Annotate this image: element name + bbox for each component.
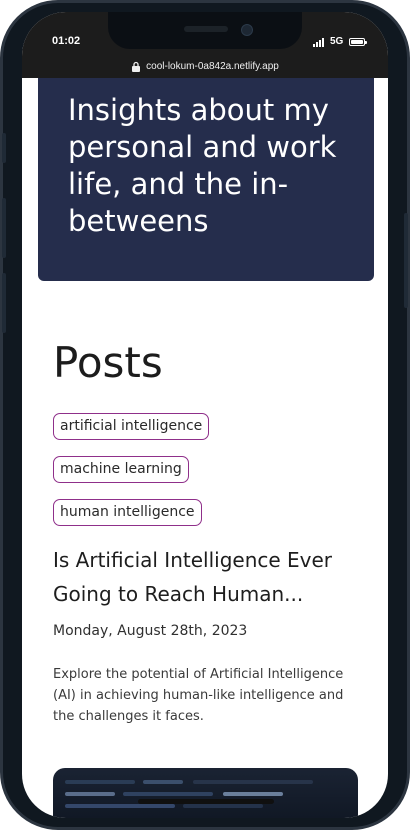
signal-icon: [313, 37, 327, 47]
speaker: [184, 26, 228, 32]
address-bar[interactable]: cool-lokum-0a842a.netlify.app: [22, 55, 388, 77]
home-indicator[interactable]: [138, 799, 274, 804]
post-date: Monday, August 28th, 2023: [53, 623, 248, 639]
mute-switch: [2, 133, 6, 163]
hero-title: Insights about my personal and work life…: [68, 93, 337, 238]
volume-down-button: [2, 273, 6, 333]
hero-banner: Insights about my personal and work life…: [38, 78, 374, 281]
tag-human-intelligence[interactable]: human intelligence: [53, 499, 202, 526]
posts-section: Posts artificial intelligence machine le…: [53, 337, 363, 727]
battery-icon: [349, 38, 367, 46]
post-image[interactable]: [53, 768, 358, 818]
post-excerpt: Explore the potential of Artificial Inte…: [53, 667, 344, 724]
screen: 01:02 5G cool-lokum-0a842a.netlify.app I…: [22, 12, 388, 818]
url-text: cool-lokum-0a842a.netlify.app: [146, 60, 279, 72]
volume-up-button: [2, 198, 6, 258]
lock-icon: [132, 61, 141, 72]
power-button: [404, 213, 408, 308]
post-card: Is Artificial Intelligence Ever Going to…: [53, 543, 363, 727]
tag-artificial-intelligence[interactable]: artificial intelligence: [53, 413, 210, 440]
post-title-link[interactable]: Is Artificial Intelligence Ever Going to…: [53, 543, 363, 611]
status-bar: 01:02 5G cool-lokum-0a842a.netlify.app: [22, 12, 388, 78]
status-time: 01:02: [52, 35, 81, 47]
posts-heading: Posts: [53, 338, 163, 387]
tag-machine-learning[interactable]: machine learning: [53, 456, 189, 483]
tag-list: artificial intelligence machine learning…: [53, 413, 363, 542]
network-label: 5G: [330, 36, 344, 47]
notch: [108, 12, 302, 49]
camera-icon: [241, 24, 253, 36]
